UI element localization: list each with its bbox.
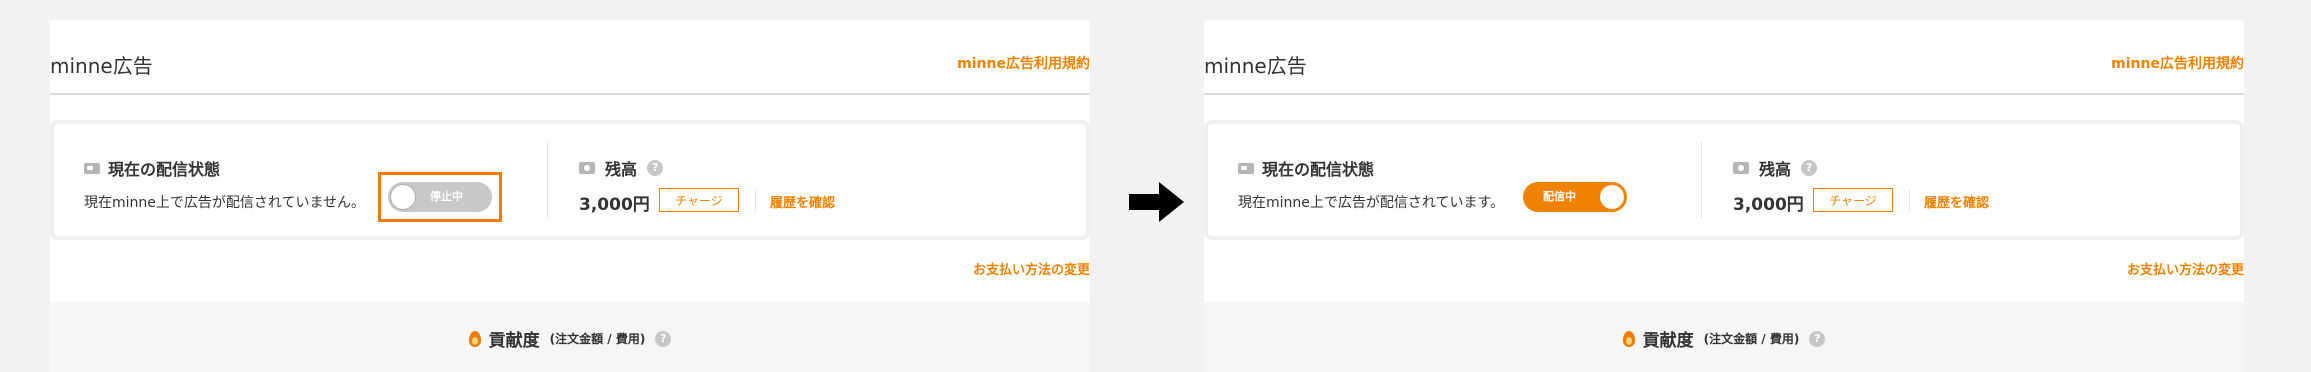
panel-header: minne広告 minne広告利用規約 xyxy=(1204,20,2244,95)
header-divider xyxy=(1204,93,2244,95)
balance-heading: 残高 ? xyxy=(579,156,664,180)
delivery-status-section: 現在の配信状態 現在minne上で広告が配信されています。 配信中 xyxy=(1238,124,1698,236)
delivery-toggle-wrap: 配信中 xyxy=(1523,182,1627,212)
status-card: 現在の配信状態 現在minne上で広告が配信されていません。 停止中 残高 ? … xyxy=(50,120,1090,240)
right-arrow-icon xyxy=(1129,182,1184,222)
money-icon xyxy=(579,162,595,174)
help-icon[interactable]: ? xyxy=(647,160,664,176)
flame-icon xyxy=(1622,330,1635,347)
delivery-status-text: 現在minne上で広告が配信されています。 xyxy=(1238,195,1505,211)
history-link[interactable]: 履歴を確認 xyxy=(1924,192,1989,211)
terms-link[interactable]: minne広告利用規約 xyxy=(957,53,1090,73)
contribution-heading: 貢献度 (注文金額 / 費用) ? xyxy=(50,326,1090,351)
page-title: minne広告 xyxy=(1204,54,1307,78)
delivery-status-heading: 現在の配信状態 xyxy=(1238,156,1374,180)
payment-method-link[interactable]: お支払い方法の変更 xyxy=(973,259,1090,278)
balance-section: 残高 ? 3,000円 チャージ 履歴を確認 xyxy=(1733,124,2213,236)
panel-header: minne広告 minne広告利用規約 xyxy=(50,20,1090,95)
delivery-status-heading: 現在の配信状態 xyxy=(84,156,220,180)
contribution-title: 貢献度 xyxy=(1642,331,1694,351)
payment-method-link[interactable]: お支払い方法の変更 xyxy=(2127,259,2244,278)
help-icon[interactable]: ? xyxy=(1809,330,1826,347)
delivery-toggle[interactable]: 配信中 xyxy=(1523,182,1627,212)
page-title: minne広告 xyxy=(50,54,153,78)
contribution-card: 貢献度 (注文金額 / 費用) ? xyxy=(1204,302,2244,372)
balance-heading: 残高 ? xyxy=(1733,156,1818,180)
contribution-subtitle: (注文金額 / 費用) xyxy=(549,332,646,346)
balance-title: 残高 xyxy=(1759,160,1792,179)
contribution-title: 貢献度 xyxy=(488,331,540,351)
link-divider xyxy=(1909,190,1910,212)
section-divider xyxy=(1701,142,1702,218)
history-link[interactable]: 履歴を確認 xyxy=(770,192,835,211)
help-icon[interactable]: ? xyxy=(1801,160,1818,176)
money-icon xyxy=(1733,162,1749,174)
flame-icon xyxy=(468,330,481,347)
contribution-subtitle: (注文金額 / 費用) xyxy=(1703,332,1800,346)
panel-after: minne広告 minne広告利用規約 現在の配信状態 現在minne上で広告が… xyxy=(1204,20,2244,372)
monitor-icon xyxy=(1238,162,1254,174)
help-icon[interactable]: ? xyxy=(655,330,672,347)
charge-button[interactable]: チャージ xyxy=(1813,188,1893,212)
header-divider xyxy=(50,93,1090,95)
delivery-status-section: 現在の配信状態 現在minne上で広告が配信されていません。 停止中 xyxy=(84,124,544,236)
contribution-card: 貢献度 (注文金額 / 費用) ? xyxy=(50,302,1090,372)
contribution-heading: 貢献度 (注文金額 / 費用) ? xyxy=(1204,326,2244,351)
monitor-icon xyxy=(84,162,100,174)
toggle-label: 配信中 xyxy=(1543,190,1576,203)
balance-amount: 3,000円 xyxy=(1733,195,1804,215)
charge-button[interactable]: チャージ xyxy=(659,188,739,212)
delivery-toggle[interactable]: 停止中 xyxy=(388,182,492,212)
balance-amount: 3,000円 xyxy=(579,195,650,215)
balance-title: 残高 xyxy=(605,160,638,179)
link-divider xyxy=(755,190,756,212)
delivery-status-title: 現在の配信状態 xyxy=(108,160,221,179)
terms-link[interactable]: minne広告利用規約 xyxy=(2111,53,2244,73)
section-divider xyxy=(547,142,548,218)
balance-section: 残高 ? 3,000円 チャージ 履歴を確認 xyxy=(579,124,1059,236)
delivery-status-text: 現在minne上で広告が配信されていません。 xyxy=(84,195,366,211)
toggle-knob xyxy=(1600,185,1624,209)
delivery-status-title: 現在の配信状態 xyxy=(1262,160,1375,179)
panel-before: minne広告 minne広告利用規約 現在の配信状態 現在minne上で広告が… xyxy=(50,20,1090,372)
toggle-knob xyxy=(391,185,415,209)
toggle-label: 停止中 xyxy=(430,190,463,203)
status-card: 現在の配信状態 現在minne上で広告が配信されています。 配信中 残高 ? 3… xyxy=(1204,120,2244,240)
delivery-toggle-wrap: 停止中 xyxy=(378,172,502,222)
